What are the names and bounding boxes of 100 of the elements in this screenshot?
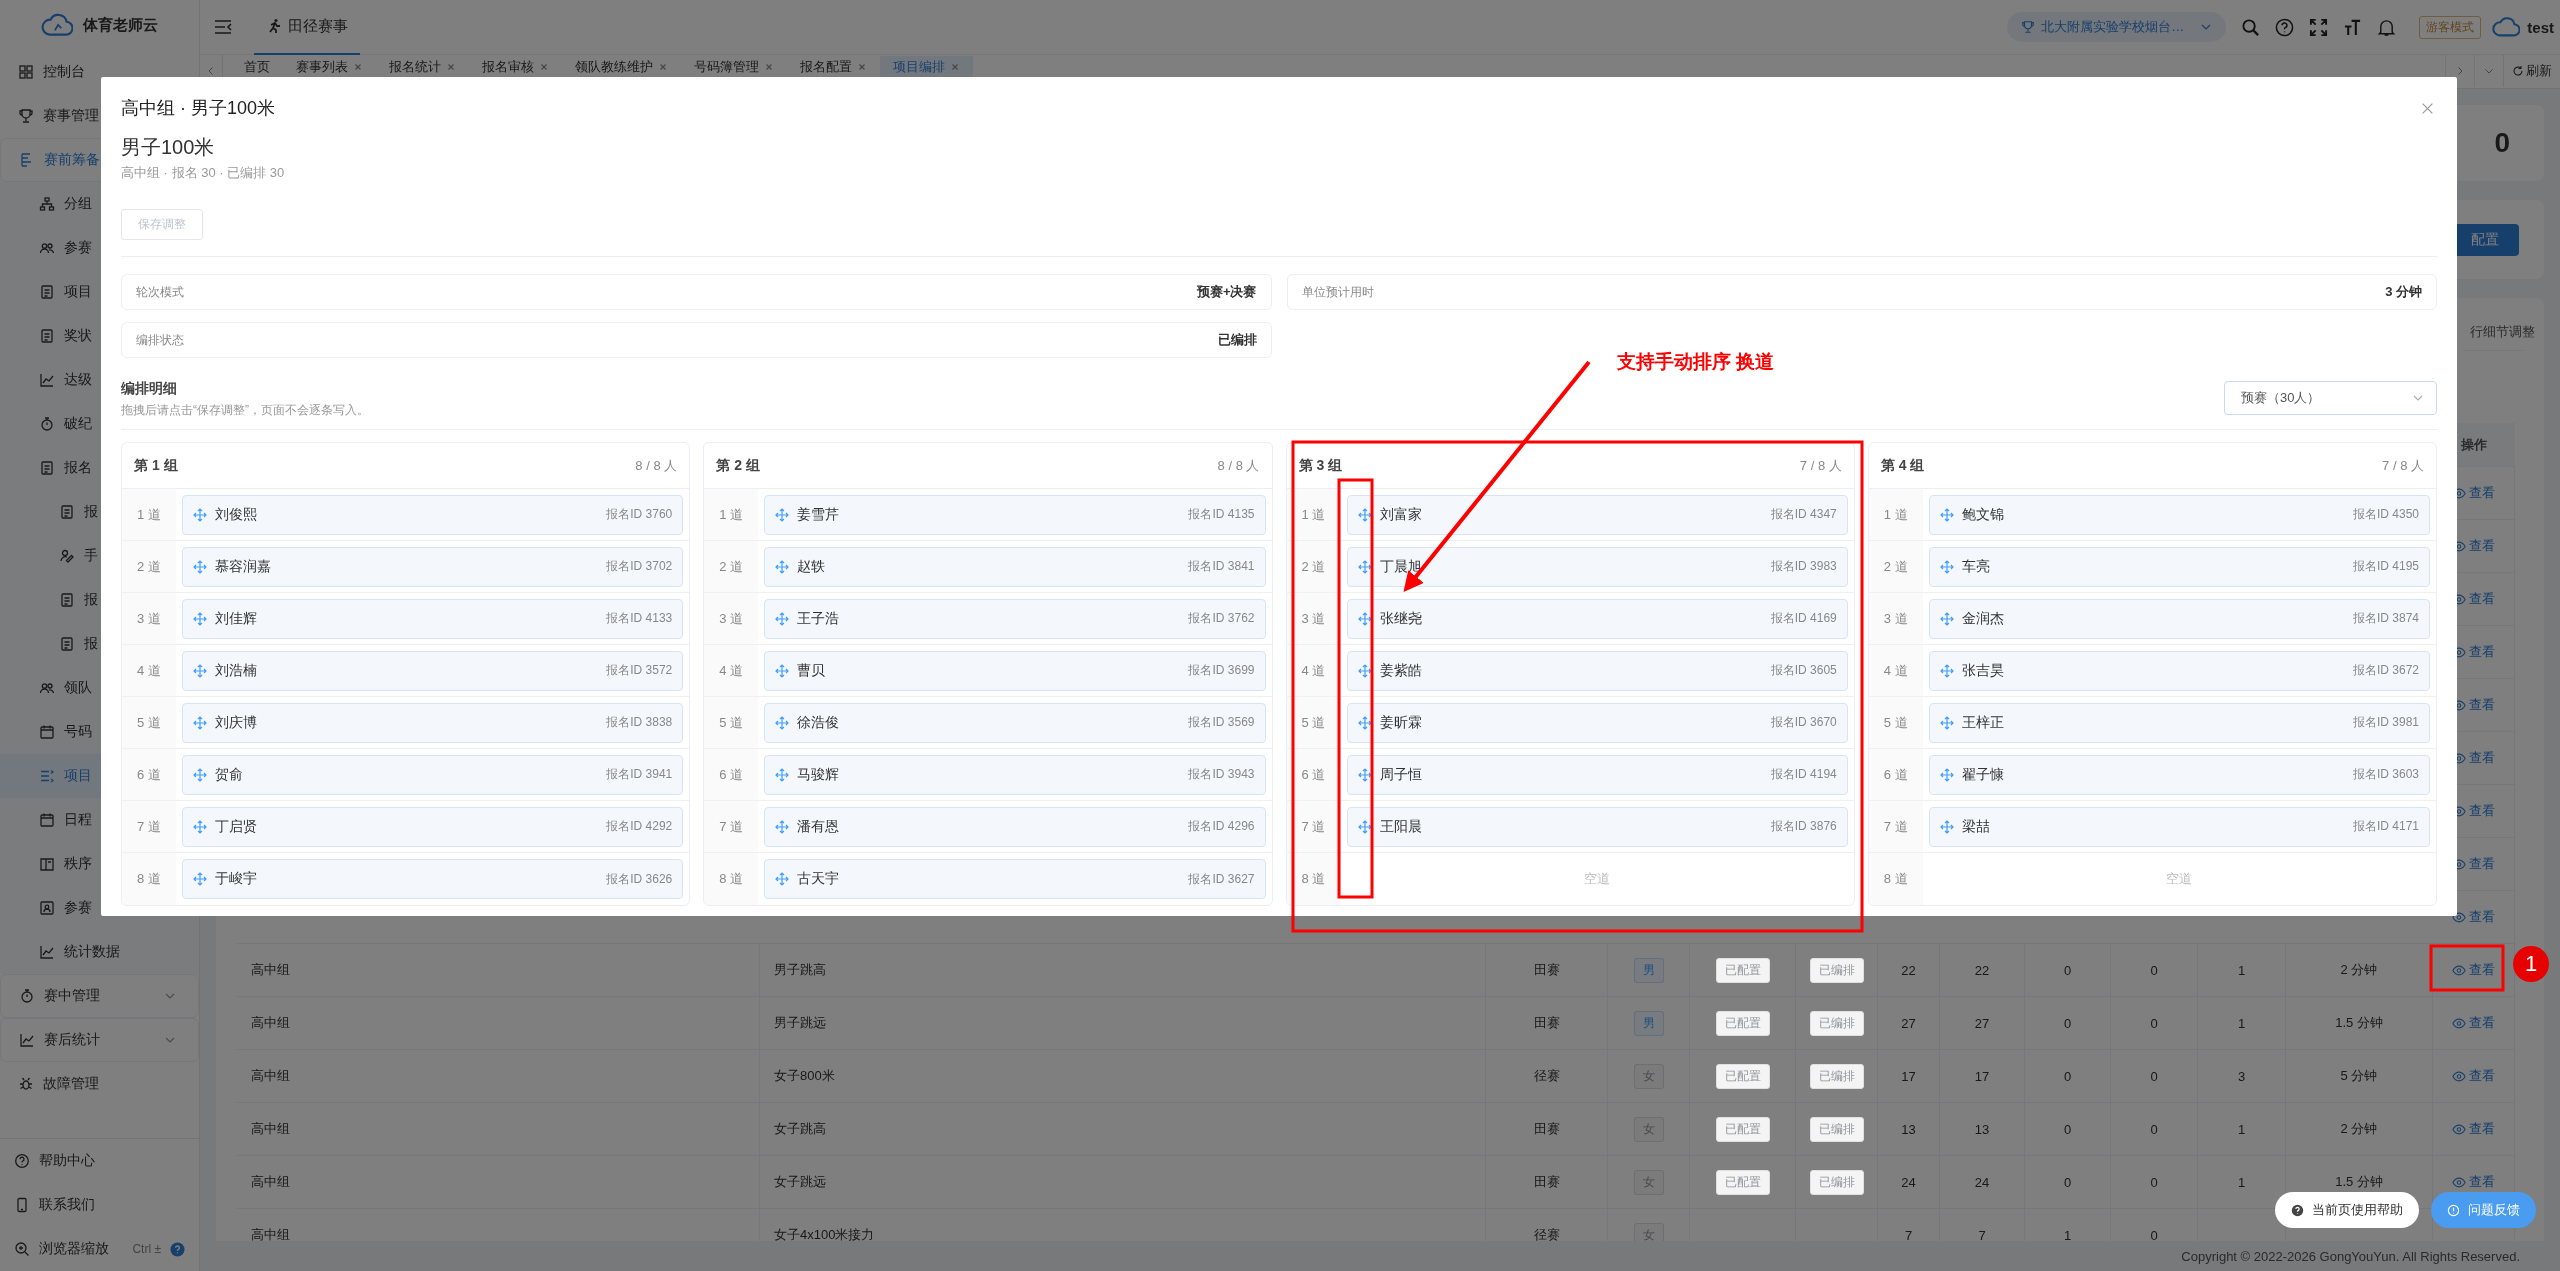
entry-id: 报名ID 3981 — [2352, 714, 2419, 731]
entry-id: 报名ID 3605 — [1770, 662, 1837, 679]
entry-id: 报名ID 3760 — [606, 506, 673, 523]
heat-count: 7 / 8 人 — [2382, 456, 2424, 475]
lane-label: 3 道 — [1301, 609, 1326, 628]
table-cell: 0 — [2150, 1174, 2158, 1190]
info-label: 编排状态 — [136, 331, 184, 349]
lane-label: 6 道 — [1883, 765, 1908, 784]
table-cell: 男子跳远 — [774, 1014, 826, 1032]
lane-label: 2 道 — [137, 557, 161, 576]
info-value: 预赛+决赛 — [1196, 283, 1257, 301]
lane-label: 7 道 — [1301, 817, 1326, 836]
lane-label: 7 道 — [1883, 817, 1908, 836]
status-tag: 已配置 — [1715, 1169, 1770, 1195]
entry-id: 报名ID 3876 — [1770, 818, 1837, 835]
table-cell: 1 — [2237, 962, 2246, 978]
lane-label: 1 道 — [719, 505, 744, 524]
heat-title: 第 4 组 — [1880, 456, 1925, 475]
status-tag: 已编排 — [1809, 1169, 1864, 1195]
lane-label: 4 道 — [719, 661, 744, 680]
status-tag: 已编排 — [1809, 1063, 1864, 1089]
athlete-name: 姜昕霖 — [1379, 713, 1422, 732]
table-cell: 高中组 — [251, 1120, 290, 1138]
lane-label: 6 道 — [137, 765, 161, 784]
table-cell: 0 — [2150, 1227, 2158, 1241]
heat-count: 7 / 8 人 — [1799, 456, 1842, 475]
annotation-text: 支持手动排序 换道 — [1617, 350, 1775, 374]
table-cell: 1.5 分钟 — [2335, 1014, 2383, 1032]
lane-label: 5 道 — [1883, 713, 1908, 732]
entry-id: 报名ID 3838 — [606, 714, 673, 731]
table-cell: 田赛 — [1533, 961, 1560, 979]
table-cell: 径赛 — [1533, 1226, 1560, 1241]
entry-id: 报名ID 4350 — [2352, 506, 2419, 523]
table-cell: 27 — [1901, 1015, 1916, 1031]
lane-label: 2 道 — [719, 557, 744, 576]
table-cell: 17 — [1974, 1068, 1990, 1084]
brand-name: 体育老师云 — [83, 15, 158, 35]
entry-id: 报名ID 3569 — [1188, 714, 1255, 731]
athlete-name: 慕容润嘉 — [215, 557, 271, 576]
lane-label: 5 道 — [719, 713, 744, 732]
heat-count: 8 / 8 人 — [1217, 456, 1260, 475]
athlete-name: 丁启贤 — [215, 817, 257, 836]
table-cell: 0 — [2063, 1174, 2072, 1190]
table-cell: 1 — [2063, 1227, 2072, 1241]
table-cell: 1 — [2237, 1121, 2246, 1137]
athlete-name: 翟子慷 — [1961, 765, 2004, 784]
athlete-name: 古天宇 — [797, 870, 840, 888]
info-value: 已编排 — [1217, 331, 1257, 349]
heat-count: 8 / 8 人 — [635, 456, 678, 475]
athlete-name: 王梓正 — [1961, 713, 2004, 732]
column-header: 操作 — [2461, 435, 2487, 454]
table-cell: 2 分钟 — [2340, 961, 2378, 979]
table-cell: 高中组 — [251, 961, 290, 979]
athlete-name: 刘佳辉 — [215, 609, 257, 628]
athlete-name: 张吉昊 — [1961, 661, 2004, 680]
gender-tag: 男 — [1633, 957, 1664, 983]
table-cell: 女子800米 — [774, 1067, 835, 1085]
table-cell: 7 — [1904, 1227, 1913, 1241]
athlete-name: 刘浩楠 — [215, 661, 257, 680]
athlete-name: 张继尧 — [1379, 609, 1422, 628]
lane-label: 3 道 — [719, 609, 744, 628]
athlete-name: 潘有恩 — [797, 817, 840, 836]
table-cell: 13 — [1901, 1121, 1916, 1137]
table-cell: 高中组 — [251, 1173, 290, 1191]
entry-id: 报名ID 4135 — [1188, 506, 1255, 523]
athlete-name: 曹贝 — [797, 661, 826, 680]
entry-id: 报名ID 3983 — [1770, 558, 1837, 575]
table-cell: 24 — [1974, 1174, 1990, 1190]
athlete-name: 徐浩俊 — [797, 713, 840, 732]
table-cell: 5 分钟 — [2340, 1067, 2378, 1085]
table-cell: 田赛 — [1533, 1120, 1560, 1138]
lane-label: 7 道 — [137, 817, 161, 836]
entry-id: 报名ID 3627 — [1188, 870, 1255, 888]
athlete-name: 鲍文锦 — [1961, 505, 2004, 524]
entry-id: 报名ID 4171 — [2352, 818, 2419, 835]
status-tag: 已编排 — [1809, 1116, 1864, 1142]
table-cell: 17 — [1901, 1068, 1916, 1084]
status-tag: 已编排 — [1809, 1010, 1864, 1036]
lane-label: 8 道 — [137, 870, 161, 888]
entry-id: 报名ID 3762 — [1188, 610, 1255, 627]
table-cell: 女子4x100米接力 — [774, 1226, 875, 1241]
athlete-name: 姜紫皓 — [1379, 661, 1422, 680]
lane-label: 1 道 — [137, 505, 161, 524]
heat-title: 第 1 组 — [134, 456, 178, 475]
info-label: 轮次模式 — [136, 283, 184, 301]
table-cell: 0 — [2063, 1015, 2072, 1031]
status-tag: 已编排 — [1809, 957, 1864, 983]
heat-title: 第 2 组 — [716, 456, 760, 475]
entry-id: 报名ID 4169 — [1770, 610, 1837, 627]
entry-id: 报名ID 4133 — [606, 610, 673, 627]
table-cell: 高中组 — [251, 1014, 290, 1032]
table-cell: 13 — [1974, 1121, 1990, 1137]
table-cell: 0 — [2063, 1121, 2072, 1137]
table-cell: 0 — [2063, 1068, 2072, 1084]
entry-id: 报名ID 3670 — [1770, 714, 1837, 731]
lane-label: 8 道 — [719, 870, 744, 888]
entry-id: 报名ID 3943 — [1188, 766, 1255, 783]
table-cell: 径赛 — [1533, 1067, 1560, 1085]
lane-label: 4 道 — [1301, 661, 1326, 680]
entry-id: 报名ID 3572 — [606, 662, 673, 679]
